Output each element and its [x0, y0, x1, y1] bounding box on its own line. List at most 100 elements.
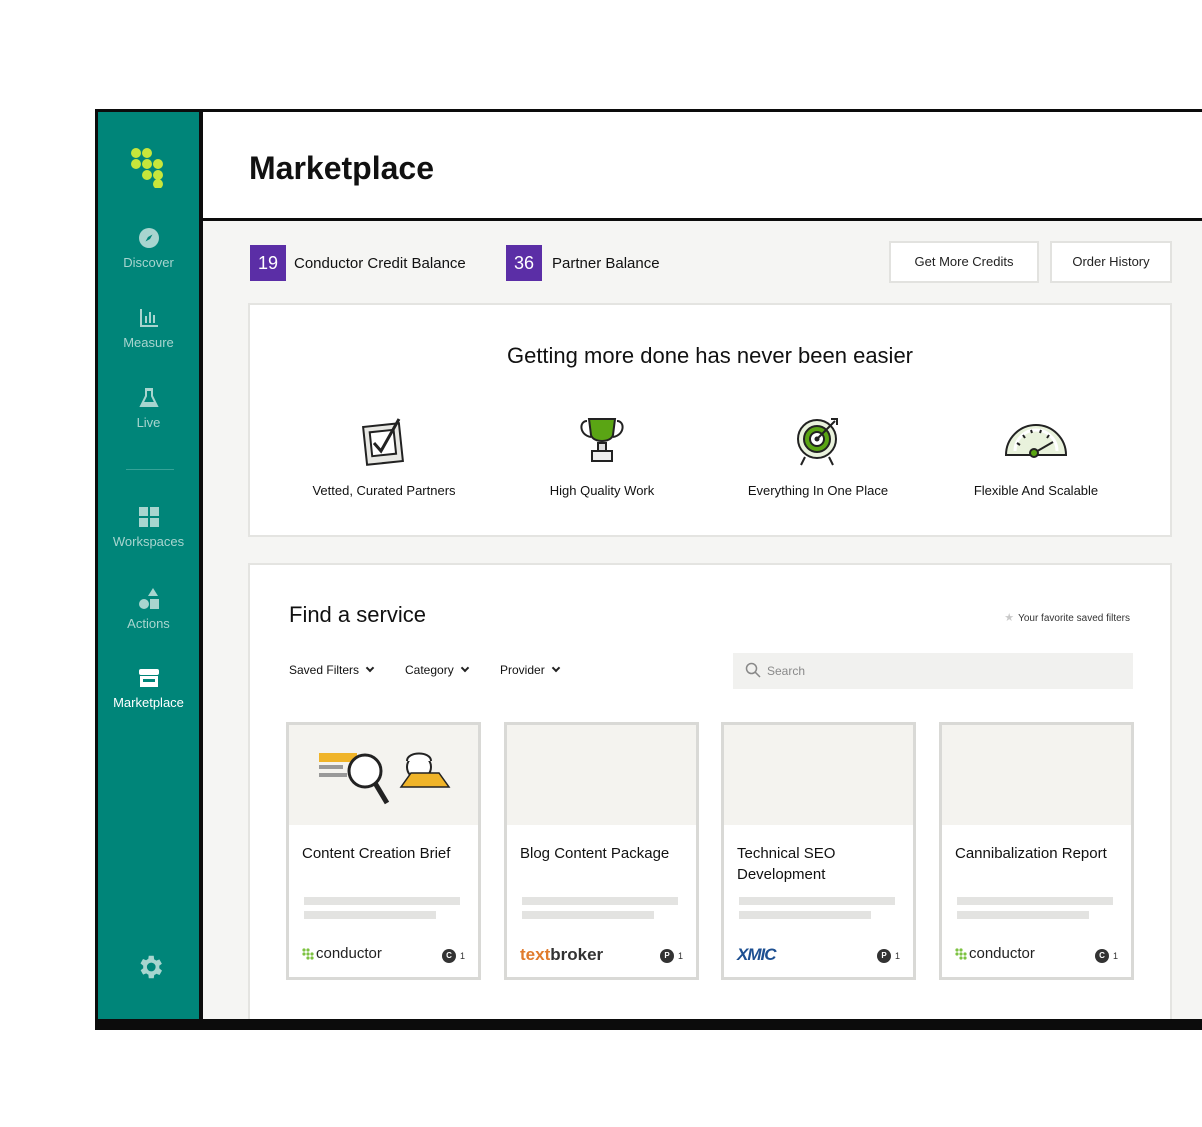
- provider-name: conductor: [316, 945, 382, 962]
- credit-count: 1: [1112, 951, 1118, 961]
- placeholder-line: [739, 897, 895, 905]
- feature-label: High Quality Work: [549, 483, 655, 498]
- credit-balance-label: Conductor Credit Balance: [294, 255, 466, 272]
- placeholder-line: [957, 897, 1113, 905]
- card-title: Blog Content Package: [520, 845, 670, 862]
- textbroker-logo-text: text: [520, 945, 551, 964]
- feature-high-quality: High Quality Work: [502, 415, 702, 498]
- service-card[interactable]: Cannibalization Report conductor C 1: [939, 722, 1134, 980]
- search-icon: [745, 662, 761, 678]
- sidebar-item-live[interactable]: Live: [98, 386, 199, 430]
- find-service-panel: Find a service ★ Your favorite saved filt…: [248, 563, 1172, 1027]
- category-dropdown[interactable]: Category: [405, 663, 469, 677]
- partner-balance-badge: 36: [506, 245, 542, 281]
- app-window: Discover Measure Live Workspaces Actions…: [95, 109, 1202, 1030]
- shapes-icon: [138, 588, 159, 609]
- sidebar-divider: [126, 469, 174, 470]
- credit-type-icon: C: [441, 949, 456, 963]
- feature-label: Vetted, Curated Partners: [312, 483, 456, 498]
- card-thumbnail: [942, 725, 1131, 825]
- conductor-logo-icon: [302, 947, 314, 960]
- credit-count: 1: [894, 951, 900, 961]
- service-card[interactable]: Blog Content Package text broker P 1: [504, 722, 699, 980]
- feature-flexible: Flexible And Scalable: [936, 415, 1136, 498]
- credit-cost: P 1: [876, 949, 900, 963]
- feature-one-place: Everything In One Place: [718, 415, 918, 498]
- provider-dropdown[interactable]: Provider: [500, 663, 560, 677]
- chevron-down-icon: [365, 663, 375, 673]
- star-icon: ★: [1004, 612, 1015, 624]
- saved-filters-dropdown[interactable]: Saved Filters: [289, 663, 375, 677]
- provider-logo: conductor: [302, 945, 382, 962]
- trophy-icon: [580, 418, 624, 462]
- textbroker-logo-text: broker: [550, 945, 604, 964]
- target-icon: [797, 418, 838, 466]
- sidebar-item-label: Discover: [123, 255, 174, 270]
- service-card[interactable]: Technical SEO Development XMIC P 1: [721, 722, 916, 980]
- sidebar-item-measure[interactable]: Measure: [98, 306, 199, 350]
- conductor-logo-icon: [955, 947, 967, 960]
- placeholder-line: [522, 897, 678, 905]
- credit-count: 1: [677, 951, 683, 961]
- card-title: Cannibalization Report: [955, 845, 1107, 862]
- get-more-credits-button[interactable]: Get More Credits: [889, 241, 1039, 283]
- grid-icon: [138, 507, 159, 527]
- credit-balance-badge: 19: [250, 245, 286, 281]
- credit-cost: C 1: [441, 949, 465, 963]
- feature-label: Flexible And Scalable: [973, 483, 1099, 498]
- placeholder-line: [304, 911, 436, 919]
- credit-type-icon: P: [876, 949, 891, 963]
- page-header: Marketplace: [203, 112, 1202, 221]
- card-title: Technical SEO Development: [737, 845, 836, 883]
- sidebar: Discover Measure Live Workspaces Actions…: [98, 112, 203, 1027]
- service-card[interactable]: Content Creation Brief conductor C 1: [286, 722, 481, 980]
- provider-logo: text broker: [520, 945, 603, 965]
- magnifier-illustration-icon: [319, 752, 451, 805]
- sidebar-item-label: Actions: [127, 616, 170, 631]
- storefront-icon: [138, 669, 159, 687]
- card-thumbnail: [507, 725, 696, 825]
- favorite-filters-label: Your favorite saved filters: [1018, 613, 1130, 624]
- conductor-logo-icon[interactable]: [131, 148, 173, 188]
- chevron-down-icon: [460, 663, 469, 673]
- credit-type-icon: P: [659, 949, 674, 963]
- card-thumbnail: [724, 725, 913, 825]
- promo-panel: Getting more done has never been easier …: [248, 303, 1172, 537]
- checkbox-icon: [362, 418, 404, 466]
- placeholder-line: [739, 911, 871, 919]
- provider-name: conductor: [969, 945, 1035, 962]
- card-title: Content Creation Brief: [302, 845, 451, 862]
- sidebar-item-label: Live: [136, 415, 161, 430]
- partner-balance-label: Partner Balance: [552, 255, 660, 272]
- credit-cost: P 1: [659, 949, 683, 963]
- credit-type-icon: C: [1094, 949, 1109, 963]
- credit-cost: C 1: [1094, 949, 1118, 963]
- provider-logo: XMIC: [737, 945, 776, 965]
- sidebar-item-label: Marketplace: [113, 695, 184, 710]
- flask-icon: [138, 388, 159, 407]
- sidebar-item-actions[interactable]: Actions: [98, 587, 199, 631]
- filter-label: Saved Filters: [289, 663, 360, 677]
- filter-label: Category: [405, 663, 454, 677]
- order-history-button[interactable]: Order History: [1050, 241, 1172, 283]
- bar-chart-icon: [139, 309, 158, 327]
- filter-label: Provider: [500, 663, 545, 677]
- promo-title: Getting more done has never been easier: [506, 343, 914, 368]
- gear-icon[interactable]: [135, 952, 165, 982]
- page-title: Marketplace: [249, 150, 434, 186]
- search-box: [733, 653, 1133, 689]
- feature-label: Everything In One Place: [747, 483, 889, 498]
- sidebar-item-marketplace[interactable]: Marketplace: [98, 666, 199, 710]
- xmic-logo-text: XMIC: [737, 945, 776, 964]
- sidebar-item-workspaces[interactable]: Workspaces: [98, 505, 199, 549]
- favorite-filters-link[interactable]: ★ Your favorite saved filters: [1004, 611, 1130, 624]
- sidebar-item-discover[interactable]: Discover: [98, 226, 199, 270]
- credit-count: 1: [459, 951, 465, 961]
- provider-logo: conductor: [955, 945, 1035, 962]
- sidebar-item-label: Workspaces: [112, 534, 185, 549]
- chevron-down-icon: [551, 663, 560, 673]
- search-input[interactable]: [767, 653, 1127, 689]
- placeholder-line: [957, 911, 1089, 919]
- placeholder-line: [522, 911, 654, 919]
- compass-icon: [138, 228, 159, 248]
